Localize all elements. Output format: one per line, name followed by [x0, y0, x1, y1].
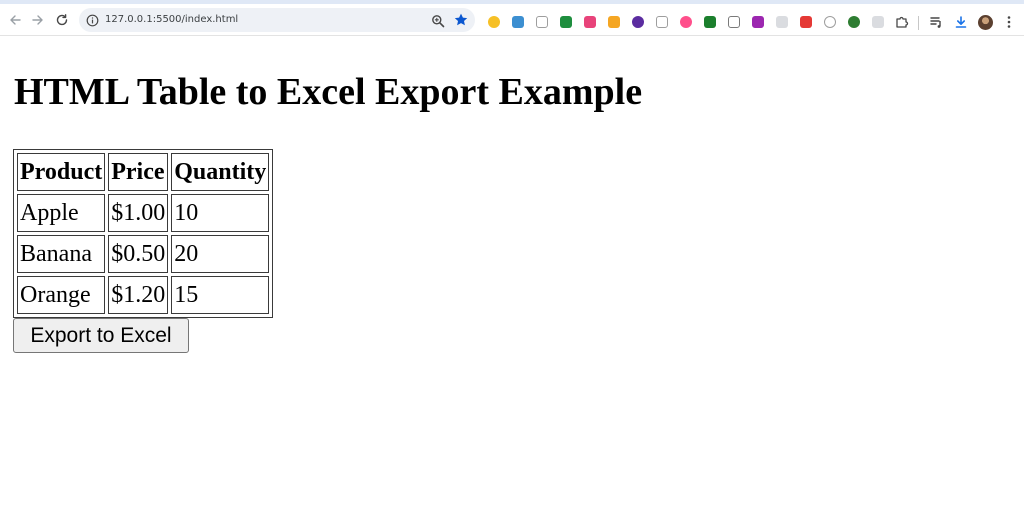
media-controls-icon[interactable] [928, 14, 944, 30]
reload-icon [56, 14, 68, 26]
extension-icon[interactable] [584, 16, 596, 28]
extension-icon[interactable] [488, 16, 500, 28]
download-icon[interactable] [953, 14, 969, 30]
url-text[interactable]: 127.0.0.1:5500/index.html [105, 13, 238, 27]
extension-icon[interactable] [728, 16, 740, 28]
page-title: HTML Table to Excel Export Example [14, 71, 643, 113]
extension-icon[interactable] [872, 16, 884, 28]
arrow-left-icon [10, 15, 21, 25]
puzzle-icon[interactable] [894, 14, 910, 30]
extension-icon[interactable] [512, 16, 524, 28]
toolbar-divider [918, 16, 919, 30]
table-cell: 20 [171, 235, 270, 273]
extension-icon[interactable] [656, 16, 668, 28]
extension-icon[interactable] [536, 16, 548, 28]
zoom-icon[interactable] [431, 13, 445, 28]
table-cell: Apple [17, 194, 106, 232]
star-icon[interactable] [453, 12, 469, 28]
table-cell: $1.00 [108, 194, 169, 232]
table-row: Orange $1.20 15 [17, 276, 270, 314]
extension-icon[interactable] [800, 16, 812, 28]
product-table: Product Price Quantity Apple $1.00 10 Ba… [13, 149, 274, 318]
column-header-quantity: Quantity [171, 153, 270, 191]
extension-icon[interactable] [824, 16, 836, 28]
browser-toolbar: 127.0.0.1:5500/index.html [0, 4, 1024, 36]
table-cell: Orange [17, 276, 106, 314]
extension-icon[interactable] [680, 16, 692, 28]
table-cell: $1.20 [108, 276, 169, 314]
extension-icon[interactable] [608, 16, 620, 28]
back-button[interactable] [6, 11, 24, 29]
table-cell: 15 [171, 276, 270, 314]
extension-icon[interactable] [776, 16, 788, 28]
column-header-price: Price [108, 153, 169, 191]
extension-icon[interactable] [704, 16, 716, 28]
export-to-excel-button[interactable]: Export to Excel [13, 318, 189, 353]
info-icon[interactable] [85, 13, 99, 27]
table-cell: Banana [17, 235, 106, 273]
reload-button[interactable] [53, 11, 71, 29]
extension-icon[interactable] [560, 16, 572, 28]
extension-icon[interactable] [632, 16, 644, 28]
table-cell: $0.50 [108, 235, 169, 273]
table-row: Apple $1.00 10 [17, 194, 270, 232]
table-header-row: Product Price Quantity [17, 153, 270, 191]
column-header-product: Product [17, 153, 106, 191]
profile-avatar[interactable] [978, 15, 993, 30]
arrow-right-icon [32, 15, 43, 25]
table-row: Banana $0.50 20 [17, 235, 270, 273]
address-bar[interactable]: 127.0.0.1:5500/index.html [79, 8, 475, 32]
page-content: HTML Table to Excel Export Example Produ… [0, 37, 1024, 520]
extension-icon[interactable] [848, 16, 860, 28]
extension-icon[interactable] [752, 16, 764, 28]
kebab-menu-icon[interactable] [1001, 14, 1017, 30]
forward-button[interactable] [29, 11, 47, 29]
table-cell: 10 [171, 194, 270, 232]
